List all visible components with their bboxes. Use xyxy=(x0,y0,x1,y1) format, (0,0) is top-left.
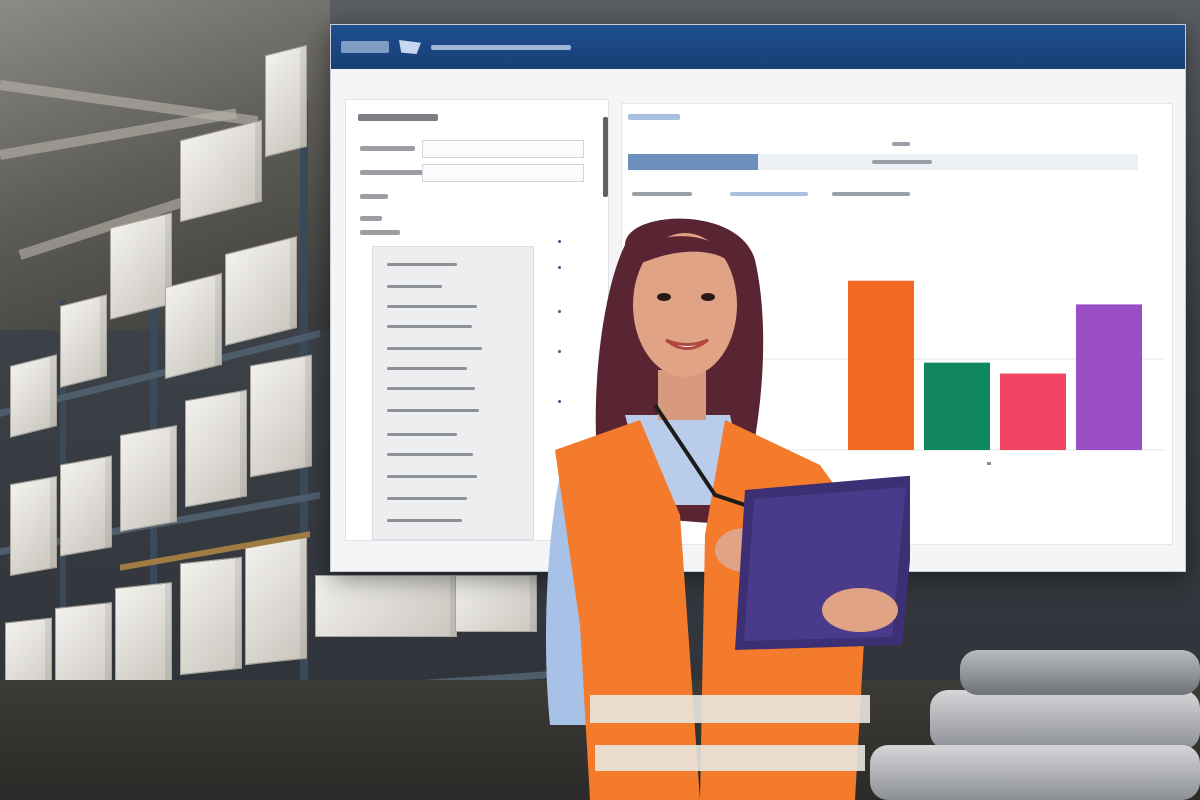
chart-bar xyxy=(1000,373,1066,450)
storage-box xyxy=(225,236,297,346)
list-item[interactable] xyxy=(387,263,457,266)
eye-left xyxy=(657,293,671,301)
list-item[interactable] xyxy=(387,387,475,390)
packaged-goods xyxy=(930,690,1200,750)
filter-input[interactable] xyxy=(422,164,584,182)
storage-box xyxy=(455,575,537,632)
storage-box xyxy=(165,272,222,380)
label-placeholder xyxy=(632,192,692,196)
list-item[interactable] xyxy=(387,367,467,370)
list-item[interactable] xyxy=(387,475,477,478)
field-label xyxy=(360,194,388,199)
item-list[interactable] xyxy=(372,246,534,540)
storage-box xyxy=(120,424,177,533)
app-titlebar xyxy=(331,25,1185,69)
list-item[interactable] xyxy=(387,453,473,456)
neck xyxy=(658,370,706,420)
progress-fill xyxy=(628,154,758,170)
storage-box xyxy=(10,475,57,577)
list-item[interactable] xyxy=(387,433,457,436)
eye-right xyxy=(701,293,715,301)
tab-indicator[interactable] xyxy=(628,114,680,120)
chart-tick xyxy=(987,462,991,465)
list-item[interactable] xyxy=(387,409,479,412)
reflective-stripe xyxy=(590,695,870,723)
field-label xyxy=(360,230,400,235)
storage-box xyxy=(180,556,242,676)
storage-box xyxy=(245,536,307,666)
app-icon xyxy=(399,40,421,54)
storage-box xyxy=(10,354,57,438)
label-placeholder xyxy=(892,142,910,146)
storage-box xyxy=(315,575,457,637)
chart-bar xyxy=(1076,304,1142,450)
list-item[interactable] xyxy=(387,305,477,308)
storage-box xyxy=(60,294,107,388)
list-item[interactable] xyxy=(387,497,467,500)
field-label xyxy=(360,146,415,151)
field-label xyxy=(360,216,382,221)
storage-box xyxy=(60,455,112,557)
label-placeholder xyxy=(832,192,910,196)
storage-box xyxy=(265,44,307,158)
list-item[interactable] xyxy=(387,519,462,522)
app-title-placeholder xyxy=(431,44,571,50)
list-item[interactable] xyxy=(387,285,442,288)
filter-input[interactable] xyxy=(422,140,584,158)
storage-box xyxy=(110,212,172,320)
panel-heading xyxy=(358,114,438,121)
storage-box xyxy=(185,389,247,508)
app-logo xyxy=(341,41,389,53)
packaged-goods xyxy=(870,745,1200,800)
list-item[interactable] xyxy=(387,325,472,328)
chart-bar xyxy=(924,362,990,450)
list-item[interactable] xyxy=(387,347,482,350)
storage-box xyxy=(115,582,172,690)
hand xyxy=(822,588,898,632)
packaged-goods xyxy=(960,650,1200,695)
panel-scrollbar[interactable] xyxy=(603,117,608,197)
worker-with-tablet xyxy=(545,218,910,800)
storage-box xyxy=(250,354,312,478)
reflective-stripe xyxy=(595,745,865,771)
tab-indicator[interactable] xyxy=(730,192,808,196)
label-placeholder xyxy=(872,160,932,164)
